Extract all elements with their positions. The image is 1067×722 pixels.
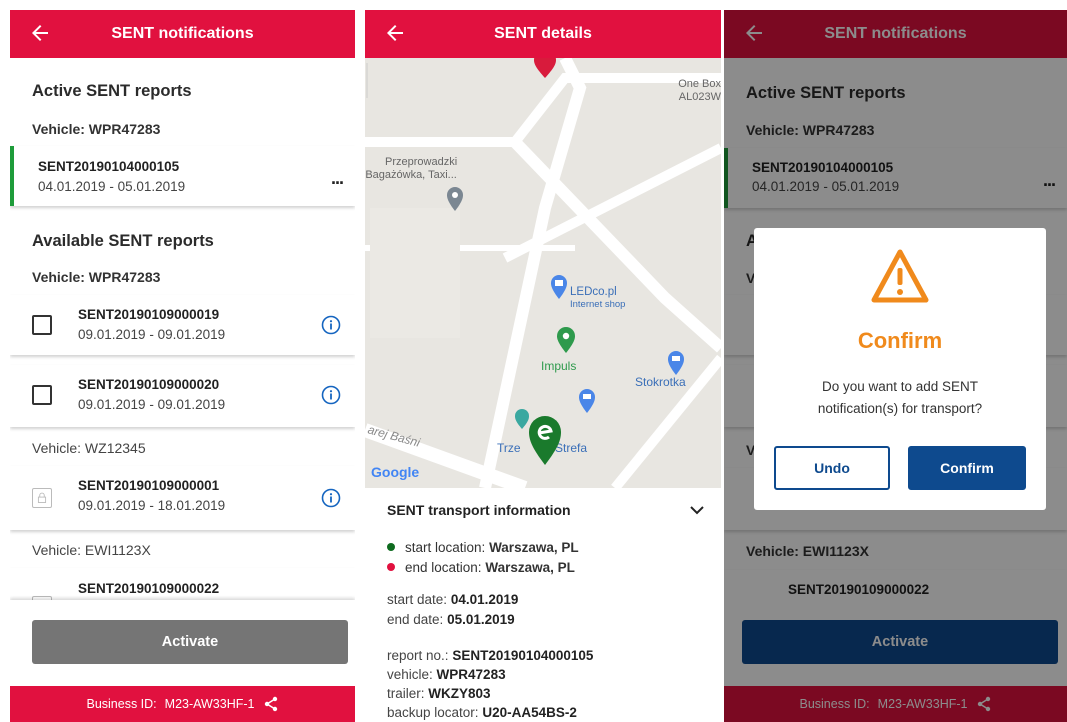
backup-locator-row: backup locator: U20-AA54BS-2 bbox=[387, 705, 577, 720]
business-id-label: Business ID: bbox=[86, 697, 157, 711]
map-label-przeprowadzki: Przeprowadzki Bagażówka, Taxi... bbox=[365, 156, 458, 181]
chevron-down-icon[interactable] bbox=[689, 502, 705, 518]
report-dates: 09.01.2019 - 09.01.2019 bbox=[78, 327, 226, 342]
google-logo: Google bbox=[371, 464, 419, 480]
start-location-value: Warszawa, PL bbox=[489, 540, 579, 555]
vehicle-label: Vehicle: WPR47283 bbox=[32, 269, 161, 285]
start-date-row: start date: 04.01.2019 bbox=[387, 592, 518, 607]
end-location-value: Warszawa, PL bbox=[485, 560, 575, 575]
vehicle-label: Vehicle: WZ12345 bbox=[32, 440, 146, 456]
sent-details-screen: SENT details One Box AL023W Przeprowadzki… bbox=[365, 10, 721, 722]
list-item[interactable]: SENT20190109000019 09.01.2019 - 09.01.20… bbox=[10, 295, 355, 355]
report-no-value: SENT20190104000105 bbox=[452, 648, 594, 663]
trailer-value: WKZY803 bbox=[428, 686, 491, 701]
vehicle-label: Vehicle: WPR47283 bbox=[32, 121, 161, 137]
dialog-message: Do you want to add SENT notification(s) … bbox=[817, 379, 983, 416]
undo-button[interactable]: Undo bbox=[774, 446, 890, 490]
app-bar: SENT details bbox=[365, 10, 721, 58]
place-pin-icon[interactable] bbox=[555, 326, 577, 354]
report-no-label: report no.: bbox=[387, 648, 449, 663]
vehicle-row: vehicle: WPR47283 bbox=[387, 667, 506, 682]
active-reports-heading: Active SENT reports bbox=[32, 82, 192, 100]
list-item[interactable]: SENT20190109000020 09.01.2019 - 09.01.20… bbox=[10, 365, 355, 427]
report-code: SENT20190109000001 bbox=[78, 478, 220, 493]
info-icon[interactable] bbox=[321, 315, 341, 335]
start-date-value: 04.01.2019 bbox=[450, 592, 519, 607]
map-label-przeprowadzki-line2: Bagażówka, Taxi... bbox=[365, 168, 457, 181]
more-options-icon[interactable]: ... bbox=[331, 168, 344, 189]
available-reports-heading: Available SENT reports bbox=[32, 232, 214, 250]
report-code: SENT20190109000022 bbox=[78, 581, 220, 596]
start-location-label: start location: bbox=[405, 540, 486, 555]
list-item[interactable]: SENT20190109000001 09.01.2019 - 18.01.20… bbox=[10, 466, 355, 530]
trailer-label: trailer: bbox=[387, 686, 425, 701]
start-date-label: start date: bbox=[387, 592, 448, 607]
end-date-value: 05.01.2019 bbox=[447, 612, 515, 627]
shop-pin-icon[interactable] bbox=[577, 388, 597, 414]
trailer-row: trailer: WKZY803 bbox=[387, 686, 491, 701]
backup-locator-label: backup locator: bbox=[387, 705, 479, 720]
sent-notifications-screen: SENT notifications Active SENT reports V… bbox=[10, 10, 355, 722]
page-title: SENT notifications bbox=[111, 25, 254, 42]
page-title: SENT details bbox=[494, 25, 592, 42]
active-report-card[interactable]: SENT20190104000105 04.01.2019 - 05.01.20… bbox=[10, 146, 355, 206]
cart-pin-icon[interactable] bbox=[666, 350, 686, 376]
map-label-stokrotka: Stokrotka bbox=[635, 375, 686, 389]
business-id-value: M23-AW33HF-1 bbox=[164, 697, 255, 711]
end-date-row: end date: 05.01.2019 bbox=[387, 612, 515, 627]
end-dot-icon bbox=[387, 563, 395, 572]
shop-pin-icon[interactable] bbox=[549, 274, 569, 300]
start-location-row: start location: Warszawa, PL bbox=[387, 540, 579, 555]
report-dates: 09.01.2019 - 18.01.2019 bbox=[78, 498, 226, 513]
activate-button[interactable]: Activate bbox=[32, 620, 348, 664]
transport-info-panel: SENT transport information start locatio… bbox=[365, 488, 721, 722]
end-location-row: end location: Warszawa, PL bbox=[387, 560, 575, 575]
google-logo-text: Google bbox=[371, 464, 420, 480]
bottom-panel: Activate Business ID: M23-AW33HF-1 bbox=[10, 600, 355, 722]
info-icon[interactable] bbox=[321, 385, 341, 405]
app-bar: SENT notifications bbox=[10, 10, 355, 58]
confirm-button[interactable]: Confirm bbox=[908, 446, 1026, 490]
warning-icon bbox=[871, 249, 929, 303]
transport-info-title: SENT transport information bbox=[387, 502, 571, 518]
report-code: SENT20190104000105 bbox=[38, 159, 180, 174]
select-checkbox[interactable] bbox=[32, 315, 52, 335]
map-label-impuls: Impuls bbox=[541, 359, 577, 373]
backup-locator-value: U20-AA54BS-2 bbox=[482, 705, 577, 720]
report-code: SENT20190109000019 bbox=[78, 307, 220, 322]
sent-notifications-confirm-screen: SENT notifications Active SENT reports V… bbox=[724, 10, 1067, 722]
select-checkbox[interactable] bbox=[32, 385, 52, 405]
map-label-ledco: LEDco.pl bbox=[570, 286, 617, 298]
report-dates: 04.01.2019 - 05.01.2019 bbox=[38, 179, 186, 194]
current-location-marker-icon[interactable] bbox=[527, 414, 563, 466]
map-label-one-box: One Box bbox=[678, 78, 721, 90]
vehicle-label: vehicle: bbox=[387, 667, 433, 682]
report-dates: 09.01.2019 - 09.01.2019 bbox=[78, 397, 226, 412]
map-label-przeprowadzki-line1: Przeprowadzki bbox=[385, 156, 458, 168]
end-date-label: end date: bbox=[387, 612, 444, 627]
info-icon[interactable] bbox=[321, 488, 341, 508]
share-icon[interactable] bbox=[263, 696, 279, 712]
map-label: One Box AL023W bbox=[677, 78, 721, 103]
place-pin-icon[interactable] bbox=[445, 186, 465, 212]
map-label-al023: AL023W bbox=[678, 90, 721, 103]
map-marker-icon[interactable] bbox=[530, 58, 560, 80]
back-arrow-icon[interactable] bbox=[383, 21, 407, 45]
report-no-row: report no.: SENT20190104000105 bbox=[387, 648, 593, 663]
vehicle-value: WPR47283 bbox=[436, 667, 506, 682]
dialog-title: Confirm bbox=[857, 328, 943, 353]
back-arrow-icon[interactable] bbox=[28, 21, 52, 45]
map-label-trzecia: Trze bbox=[497, 441, 521, 455]
vehicle-label: Vehicle: EWI1123X bbox=[32, 542, 151, 558]
map-label-ledco-sub: Internet shop bbox=[570, 299, 626, 310]
end-location-label: end location: bbox=[405, 560, 482, 575]
confirm-dialog: Confirm Do you want to add SENT notifica… bbox=[754, 228, 1046, 510]
report-code: SENT20190109000020 bbox=[78, 377, 220, 392]
map-view[interactable]: One Box AL023W Przeprowadzki Bagażówka, Ta… bbox=[365, 58, 721, 488]
locked-icon bbox=[32, 488, 52, 508]
business-id-footer: Business ID: M23-AW33HF-1 bbox=[10, 686, 355, 722]
start-dot-icon bbox=[387, 543, 395, 552]
